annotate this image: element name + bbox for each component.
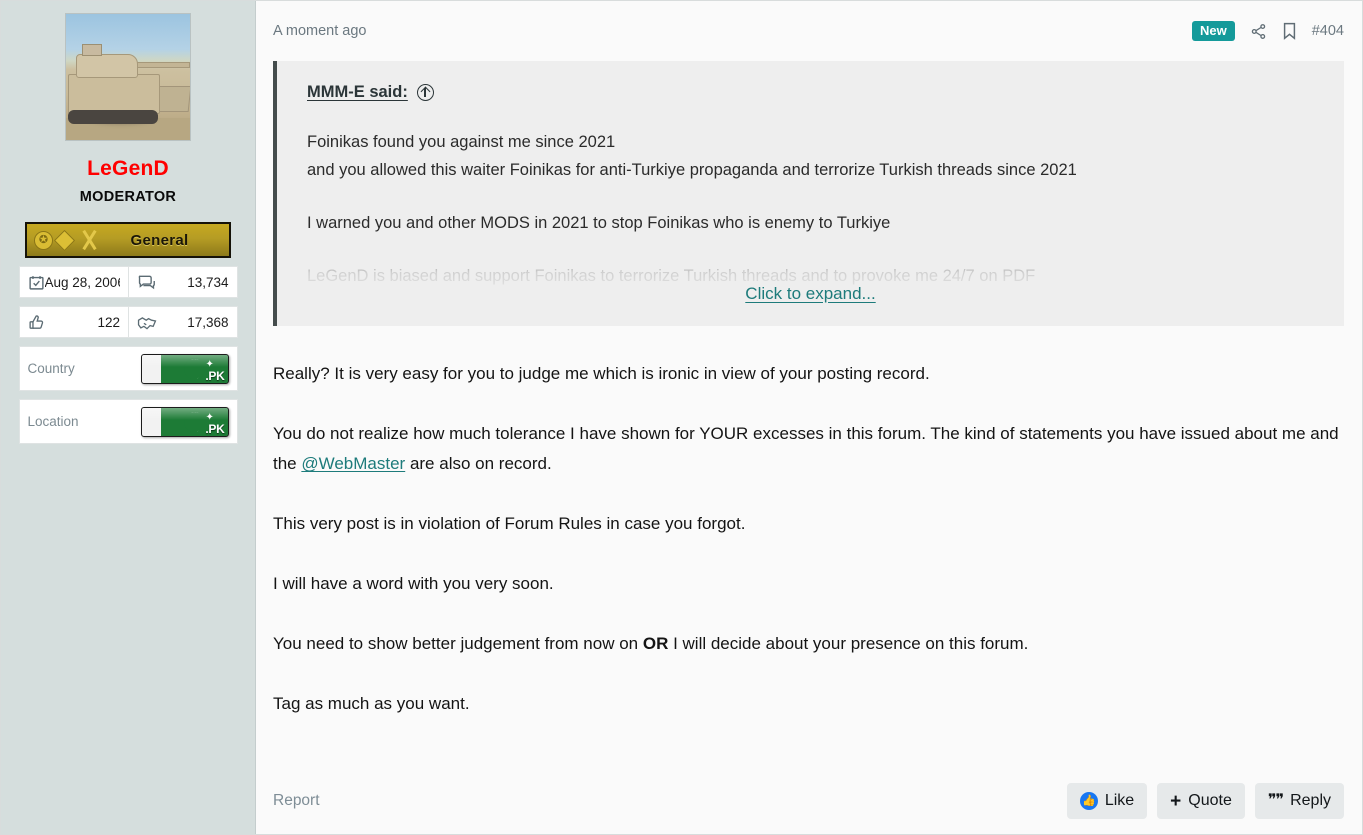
rank-insignia-group: ✪ <box>27 229 102 251</box>
user-title: MODERATOR <box>79 189 177 205</box>
post-paragraph: Really? It is very easy for you to judge… <box>273 364 930 383</box>
pakistan-flag-icon-country: ✦ .PK <box>140 353 229 384</box>
messages-icon <box>137 274 156 291</box>
stat-joined-value: Aug 28, 2006 <box>44 274 121 290</box>
stat-joined: Aug 28, 2006 <box>20 267 129 297</box>
quote-line: and you allowed this waiter Foinikas for… <box>307 161 1077 179</box>
avatar-tank-cupola <box>82 44 102 56</box>
stat-messages-value: 13,734 <box>187 274 229 290</box>
avatar-tank-barrel <box>132 62 190 68</box>
arrow-up-circle-icon[interactable] <box>416 84 434 101</box>
post-paragraph-with-bold: You need to show better judgement from n… <box>273 629 1344 659</box>
status-badge-new: New <box>1192 21 1235 41</box>
stat-messages: 13,734 <box>128 267 237 297</box>
bookmark-icon[interactable] <box>1282 22 1297 40</box>
stat-row-joined-messages: Aug 28, 2006 13,734 <box>18 266 238 298</box>
click-to-expand-link[interactable]: Click to expand... <box>277 284 1344 304</box>
quote-button-label: Quote <box>1188 792 1232 809</box>
stat-likes: 122 <box>20 307 129 337</box>
stat-row-likes-points: 122 17,368 <box>18 306 238 338</box>
bold-emphasis: OR <box>642 634 669 653</box>
star-medallion-icon: ✪ <box>34 230 53 250</box>
stat-points-value: 17,368 <box>187 314 229 330</box>
post-body: MMM-E said: Foinikas found you against m… <box>256 61 1362 768</box>
flag-gloss <box>141 407 228 421</box>
quoted-post: MMM-E said: Foinikas found you against m… <box>273 61 1344 326</box>
quote-line: I warned you and other MODS in 2021 to s… <box>307 214 891 232</box>
info-row-location: Location ✦ .PK <box>18 399 238 444</box>
post-user-sidebar: LeGenD MODERATOR ✪ General Aug 28, 2006 <box>1 1 256 834</box>
quote-spacer <box>307 184 1322 209</box>
calendar-check-icon <box>28 274 45 291</box>
like-button[interactable]: 👍 Like <box>1066 783 1148 819</box>
info-row-country: Country ✦ .PK <box>18 346 238 391</box>
reply-button[interactable]: ❞❞ Reply <box>1254 783 1344 819</box>
report-link[interactable]: Report <box>273 792 1067 810</box>
like-button-label: Like <box>1104 792 1135 809</box>
post-footer: Report 👍 Like + Quote ❞❞ Reply <box>256 768 1362 834</box>
avatar-tank-tracks <box>68 110 158 124</box>
forum-post: LeGenD MODERATOR ✪ General Aug 28, 2006 <box>0 0 1363 835</box>
username[interactable]: LeGenD <box>87 158 169 179</box>
flag-tld-country: .PK <box>205 368 225 383</box>
plus-icon: + <box>1170 790 1182 812</box>
flag-tld-location: .PK <box>205 421 225 436</box>
post-header-actions: New #404 <box>1192 21 1344 41</box>
paragraph-text-after: I will decide about your presence on thi… <box>668 634 1029 653</box>
quote-line: Foinikas found you against me since 2021 <box>307 133 616 151</box>
reply-button-label: Reply <box>1290 792 1331 809</box>
info-label-country: Country <box>27 361 75 376</box>
avatar[interactable] <box>65 13 191 141</box>
stat-likes-value: 122 <box>97 314 120 330</box>
pakistan-flag-icon-location: ✦ .PK <box>140 406 229 437</box>
post-paragraph-with-mention: You do not realize how much tolerance I … <box>273 419 1344 479</box>
quote-button[interactable]: + Quote <box>1157 783 1245 819</box>
paragraph-text-after: are also on record. <box>405 454 552 473</box>
avatar-tank-turret <box>76 54 138 78</box>
info-label-location: Location <box>27 414 79 429</box>
thumbs-up-icon <box>28 314 45 331</box>
post-paragraph: This very post is in violation of Forum … <box>273 514 746 533</box>
quote-attribution[interactable]: MMM-E said: <box>307 83 434 102</box>
rank-label: General <box>130 231 189 249</box>
mention-link-webmaster[interactable]: @WebMaster <box>301 454 405 473</box>
post-timestamp: A moment ago <box>273 23 367 39</box>
quote-author-link[interactable]: MMM-E said: <box>307 83 408 102</box>
post-number[interactable]: #404 <box>1312 23 1344 39</box>
post-paragraph: I will have a word with you very soon. <box>273 574 554 593</box>
quotation-marks-icon: ❞❞ <box>1267 792 1284 809</box>
diamond-icon <box>53 229 76 251</box>
post-header: A moment ago New #404 <box>256 1 1362 61</box>
rank-banner: ✪ General <box>25 222 231 258</box>
handshake-icon <box>137 314 157 331</box>
flag-gloss <box>141 354 228 368</box>
post-action-buttons: 👍 Like + Quote ❞❞ Reply <box>1066 783 1344 819</box>
paragraph-text-before: You need to show better judgement from n… <box>273 634 643 653</box>
avatar-tank-hull <box>68 74 160 114</box>
share-icon[interactable] <box>1250 23 1267 40</box>
post-main: A moment ago New #404 MMM-E said: Foinik… <box>256 1 1362 834</box>
quote-spacer <box>307 237 1322 262</box>
thumbs-up-icon: 👍 <box>1079 792 1098 810</box>
post-paragraph: Tag as much as you want. <box>273 694 470 713</box>
stat-points: 17,368 <box>128 307 237 337</box>
crossed-swords-icon <box>78 229 102 251</box>
post-message-text: Really? It is very easy for you to judge… <box>273 326 1344 719</box>
